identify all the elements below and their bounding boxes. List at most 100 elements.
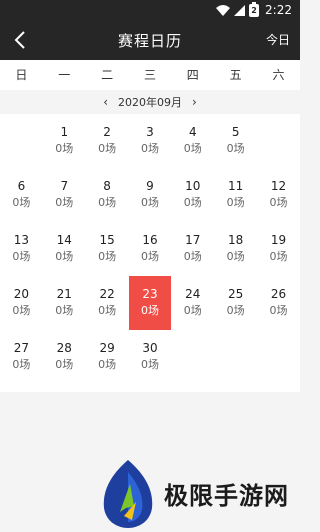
day-number: 14 <box>56 233 72 247</box>
calendar-day-cell[interactable]: 21 0场 <box>43 276 86 330</box>
match-count: 0场 <box>183 250 202 263</box>
calendar-day-cell[interactable]: 12 0场 <box>257 168 300 222</box>
match-count: 0场 <box>140 358 159 371</box>
day-number: 5 <box>231 125 240 139</box>
calendar-day-cell[interactable]: 8 0场 <box>86 168 129 222</box>
calendar-week-row: 1 0场 2 0场 3 0场 4 0场 5 0场 <box>0 114 300 168</box>
calendar-day-cell[interactable]: 28 0场 <box>43 330 86 384</box>
calendar-week-row: 27 0场 28 0场 29 0场 30 0场 <box>0 330 300 384</box>
calendar-day-cell[interactable]: 18 0场 <box>214 222 257 276</box>
calendar-day-cell[interactable]: 17 0场 <box>171 222 214 276</box>
day-number: 16 <box>142 233 158 247</box>
calendar-day-cell[interactable]: 23 0场 <box>128 276 172 330</box>
calendar-day-cell[interactable]: 26 0场 <box>257 276 300 330</box>
calendar-empty-cell <box>257 114 300 168</box>
page-title: 赛程日历 <box>117 31 182 50</box>
battery-label: 2 <box>251 5 257 15</box>
header-bar: 赛程日历 今日 <box>0 20 300 60</box>
weekday-label: 二 <box>101 68 114 82</box>
weekday-label: 三 <box>143 68 156 82</box>
calendar-day-cell[interactable]: 15 0场 <box>86 222 129 276</box>
day-number: 26 <box>270 287 287 301</box>
calendar-day-cell[interactable]: 27 0场 <box>0 330 43 384</box>
calendar-day-cell[interactable]: 1 0场 <box>43 114 86 168</box>
prev-month-button[interactable]: ‹ <box>101 95 110 109</box>
weekday-label: 六 <box>272 68 285 82</box>
calendar-day-cell[interactable]: 30 0场 <box>129 330 172 384</box>
match-count: 0场 <box>269 250 288 263</box>
day-number: 6 <box>17 179 26 193</box>
day-number: 4 <box>188 125 197 139</box>
match-count: 0场 <box>98 142 117 155</box>
day-number: 20 <box>13 287 30 301</box>
day-number: 8 <box>103 179 111 193</box>
calendar-day-cell[interactable]: 29 0场 <box>86 330 129 384</box>
day-number: 25 <box>228 287 244 301</box>
today-button[interactable]: 今日 <box>266 31 290 48</box>
chevron-left-icon <box>14 31 25 49</box>
calendar-day-cell[interactable]: 24 0场 <box>171 276 214 330</box>
match-count: 0场 <box>12 196 31 209</box>
match-count: 0场 <box>140 250 159 263</box>
calendar-day-cell[interactable]: 16 0场 <box>129 222 172 276</box>
weekday-label: 一 <box>58 68 71 82</box>
day-number: 1 <box>60 125 69 139</box>
day-number: 21 <box>56 287 72 301</box>
day-number: 9 <box>146 179 154 193</box>
calendar-day-cell[interactable]: 19 0场 <box>257 222 300 276</box>
match-count: 0场 <box>98 358 117 371</box>
calendar-day-cell[interactable]: 6 0场 <box>0 168 43 222</box>
day-number: 15 <box>99 233 115 247</box>
day-number: 2 <box>103 125 111 139</box>
day-number: 19 <box>270 233 287 247</box>
back-button[interactable] <box>6 26 34 54</box>
calendar-empty-cell <box>214 330 257 384</box>
watermark-logo-icon <box>103 459 153 528</box>
match-count: 0场 <box>183 142 202 155</box>
calendar-day-cell[interactable]: 10 0场 <box>171 168 214 222</box>
calendar-day-cell[interactable]: 22 0场 <box>86 276 129 330</box>
calendar-empty-cell <box>171 330 214 384</box>
calendar-empty-cell <box>0 114 43 168</box>
match-count: 0场 <box>55 250 74 263</box>
match-count: 0场 <box>98 304 117 317</box>
match-count: 0场 <box>226 304 245 317</box>
day-number: 13 <box>13 233 30 247</box>
calendar-day-cell[interactable]: 7 0场 <box>43 168 86 222</box>
watermark: 极限手游网 <box>98 455 300 532</box>
watermark-text: 极限手游网 <box>164 482 289 510</box>
calendar-day-cell[interactable]: 4 0场 <box>171 114 214 168</box>
calendar-day-cell[interactable]: 25 0场 <box>214 276 257 330</box>
calendar-day-cell[interactable]: 20 0场 <box>0 276 43 330</box>
month-navigator: ‹ 2020年09月 › <box>0 90 300 114</box>
match-count: 0场 <box>226 196 245 209</box>
calendar-day-cell[interactable]: 14 0场 <box>43 222 86 276</box>
calendar-day-cell[interactable]: 3 0场 <box>129 114 172 168</box>
weekday-header: 日 一 二 三 四 五 六 <box>0 60 300 90</box>
calendar-empty-cell <box>257 330 300 384</box>
day-number: 3 <box>146 125 154 139</box>
match-count: 0场 <box>183 304 202 317</box>
day-number: 18 <box>228 233 244 247</box>
match-count: 0场 <box>98 250 117 263</box>
calendar-day-cell[interactable]: 5 0场 <box>214 114 257 168</box>
day-number: 17 <box>185 233 201 247</box>
match-count: 0场 <box>269 304 288 317</box>
match-count: 0场 <box>226 142 245 155</box>
calendar-day-cell[interactable]: 9 0场 <box>129 168 172 222</box>
match-count: 0场 <box>12 358 31 371</box>
calendar-day-cell[interactable]: 11 0场 <box>214 168 257 222</box>
next-month-button[interactable]: › <box>190 95 199 109</box>
calendar-week-row: 20 0场 21 0场 22 0场 23 0场 24 0场 25 0场 26 0场 <box>0 276 300 330</box>
day-number: 7 <box>60 179 69 193</box>
weekday-label: 日 <box>15 68 28 82</box>
match-count: 0场 <box>140 304 159 317</box>
day-number: 27 <box>13 341 30 355</box>
match-count: 0场 <box>140 196 159 209</box>
calendar-day-cell[interactable]: 13 0场 <box>0 222 43 276</box>
match-count: 0场 <box>98 196 117 209</box>
match-count: 0场 <box>55 304 74 317</box>
calendar-day-cell[interactable]: 2 0场 <box>86 114 129 168</box>
day-number: 12 <box>270 179 287 193</box>
month-label: 2020年09月 <box>118 96 182 109</box>
